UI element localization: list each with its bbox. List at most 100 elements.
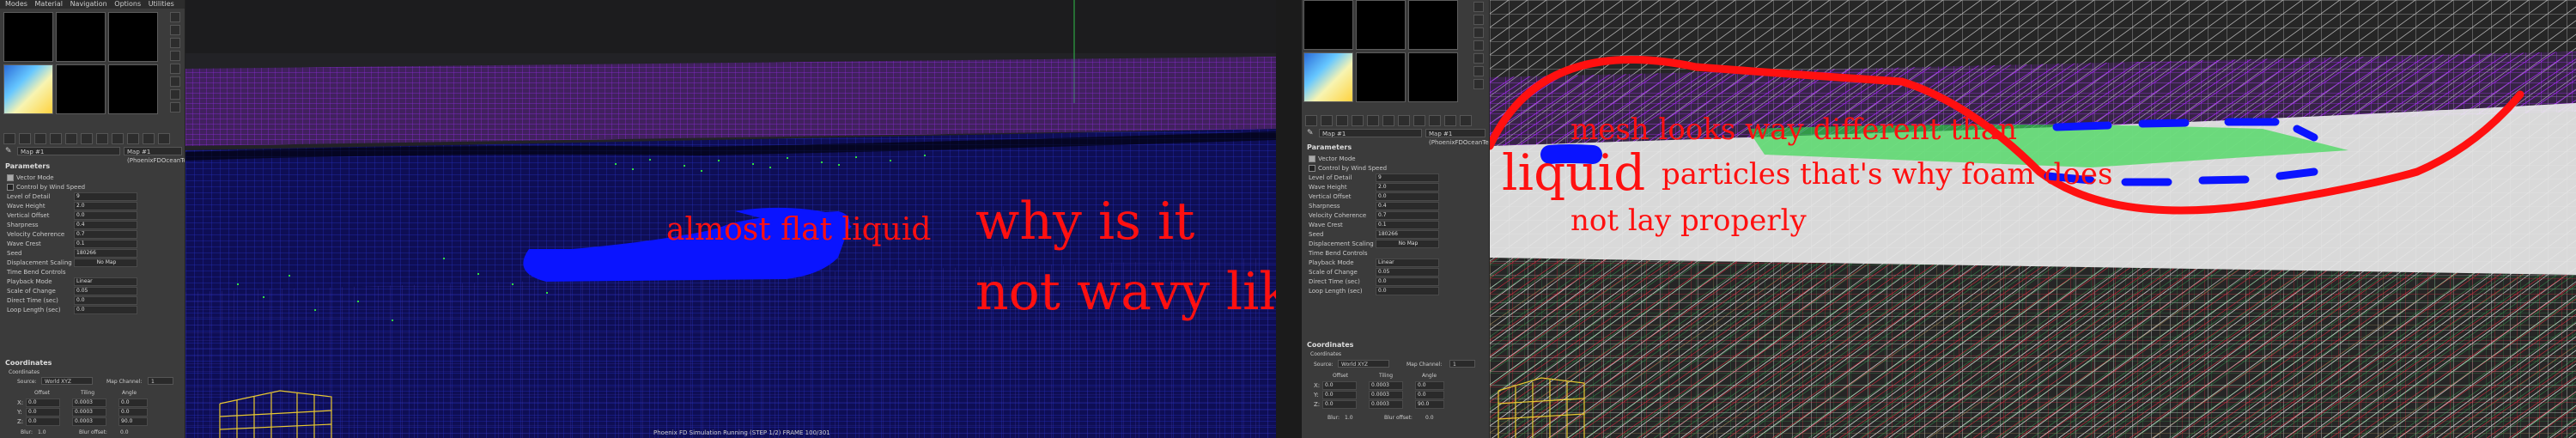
video-check-icon[interactable] [170, 64, 180, 74]
put-to-library-icon[interactable] [1382, 115, 1394, 126]
offset-spinner[interactable]: 0.0 [1322, 390, 1357, 399]
angle-spinner[interactable]: 0.0 [118, 398, 148, 407]
material-slot[interactable] [3, 12, 53, 62]
blur-offset-spinner[interactable]: 0.0 [120, 429, 129, 435]
make-preview-icon[interactable] [170, 76, 180, 87]
param-spinner[interactable]: 0.05 [1376, 267, 1439, 277]
backlight-icon[interactable] [1473, 15, 1484, 25]
viewport-right[interactable]: mesh looks way different than liquid par… [1490, 0, 2576, 438]
show-map-icon[interactable] [1413, 115, 1425, 126]
sample-type-icon[interactable] [1473, 2, 1484, 12]
get-material-icon[interactable] [1305, 115, 1317, 126]
map-type-button[interactable]: Map #1 (PhoenixFDOceanTex) [124, 147, 185, 164]
coordinates-rollout-title[interactable]: Coordinates [5, 359, 52, 367]
param-spinner[interactable]: 0.4 [74, 220, 137, 229]
blur-spinner[interactable]: 1.0 [38, 429, 46, 435]
material-slot[interactable] [56, 12, 106, 62]
menu-modes[interactable]: Modes [5, 0, 27, 8]
material-slot-active[interactable] [1303, 52, 1353, 102]
reset-map-icon[interactable] [1352, 115, 1364, 126]
put-to-library-icon[interactable] [81, 133, 93, 144]
parameters-rollout-title[interactable]: Parameters [5, 162, 50, 170]
background-icon[interactable] [1473, 27, 1484, 38]
offset-spinner[interactable]: 0.0 [26, 398, 60, 407]
viewport-left[interactable]: almost flat liquid why is it not wavy li… [185, 0, 1276, 438]
param-spinner[interactable]: 0.0 [1376, 277, 1439, 286]
show-end-result-icon[interactable] [127, 133, 139, 144]
material-id-icon[interactable] [96, 133, 108, 144]
go-forward-icon[interactable] [158, 133, 170, 144]
select-by-material-icon[interactable] [170, 102, 180, 113]
eyedropper-icon[interactable]: ✎ [1307, 130, 1315, 137]
wind-speed-checkbox[interactable]: Control by Wind Speed [1309, 163, 1439, 173]
material-slot[interactable] [1356, 52, 1406, 102]
angle-spinner[interactable]: 0.0 [1415, 390, 1444, 399]
go-to-parent-icon[interactable] [1444, 115, 1456, 126]
assign-material-icon[interactable] [1336, 115, 1348, 126]
time-bend-row[interactable]: Time Bend Controls [7, 267, 137, 277]
blur-offset-spinner[interactable]: 0.0 [1425, 415, 1434, 421]
offset-spinner[interactable]: 0.0 [26, 417, 60, 426]
uv-tiling-icon[interactable] [170, 51, 180, 61]
map-type-button[interactable]: Map #1 (PhoenixFDOceanTex) [1425, 129, 1489, 146]
material-slot[interactable] [1408, 52, 1458, 102]
material-slot[interactable] [56, 64, 106, 114]
wind-speed-checkbox[interactable]: Control by Wind Speed [7, 182, 137, 192]
param-spinner[interactable]: 180266 [74, 248, 137, 258]
eyedropper-icon[interactable]: ✎ [5, 148, 13, 155]
make-unique-icon[interactable] [1367, 115, 1379, 126]
param-spinner[interactable]: 9 [1376, 173, 1439, 182]
map-channel-spinner[interactable]: 1 [148, 377, 173, 385]
map-channel-spinner[interactable]: 1 [1449, 360, 1475, 368]
menu-material[interactable]: Material [35, 0, 64, 8]
param-spinner[interactable]: 0.7 [74, 229, 137, 239]
offset-spinner[interactable]: 0.0 [26, 407, 60, 417]
tiling-spinner[interactable]: 0.0003 [72, 398, 106, 407]
param-spinner[interactable]: 0.0 [74, 305, 137, 314]
parameters-rollout-title[interactable]: Parameters [1307, 143, 1352, 151]
param-spinner[interactable]: 0.4 [1376, 201, 1439, 210]
param-spinner[interactable]: 0.0 [74, 295, 137, 305]
material-name-dropdown[interactable]: Map #1 [1319, 129, 1422, 137]
material-slot[interactable] [1408, 0, 1458, 50]
go-forward-icon[interactable] [1460, 115, 1472, 126]
source-dropdown[interactable]: World XYZ [1338, 360, 1389, 368]
tiling-spinner[interactable]: 0.0003 [72, 417, 106, 426]
assign-material-icon[interactable] [34, 133, 46, 144]
background-icon[interactable] [170, 38, 180, 48]
options-icon[interactable] [170, 89, 180, 100]
put-to-scene-icon[interactable] [19, 133, 31, 144]
displacement-map-button[interactable]: No Map [74, 258, 137, 267]
time-bend-row[interactable]: Time Bend Controls [1309, 248, 1439, 258]
tiling-spinner[interactable]: 0.0003 [1369, 399, 1403, 409]
make-preview-icon[interactable] [1473, 66, 1484, 76]
video-check-icon[interactable] [1473, 53, 1484, 64]
material-slot[interactable] [1303, 0, 1353, 50]
show-map-icon[interactable] [112, 133, 124, 144]
put-to-scene-icon[interactable] [1321, 115, 1333, 126]
material-slot-active[interactable] [3, 64, 53, 114]
playback-dropdown[interactable]: Linear [1376, 258, 1439, 267]
param-spinner[interactable]: 0.0 [1376, 286, 1439, 295]
material-id-icon[interactable] [1398, 115, 1410, 126]
material-slot[interactable] [108, 64, 158, 114]
vector-mode-checkbox[interactable]: Vector Mode [7, 173, 137, 182]
show-end-result-icon[interactable] [1429, 115, 1441, 126]
menu-utilities[interactable]: Utilities [149, 0, 174, 8]
playback-dropdown[interactable]: Linear [74, 277, 137, 286]
tiling-spinner[interactable]: 0.0003 [72, 407, 106, 417]
param-spinner[interactable]: 2.0 [1376, 182, 1439, 192]
tiling-spinner[interactable]: 0.0003 [1369, 390, 1403, 399]
param-spinner[interactable]: 2.0 [74, 201, 137, 210]
param-spinner[interactable]: 0.0 [74, 210, 137, 220]
sample-type-icon[interactable] [170, 12, 180, 22]
get-material-icon[interactable] [3, 133, 15, 144]
param-spinner[interactable]: 0.7 [1376, 210, 1439, 220]
source-dropdown[interactable]: World XYZ [41, 377, 93, 385]
options-icon[interactable] [1473, 79, 1484, 89]
param-spinner[interactable]: 180266 [1376, 229, 1439, 239]
menu-options[interactable]: Options [114, 0, 141, 8]
offset-spinner[interactable]: 0.0 [1322, 380, 1357, 390]
make-unique-icon[interactable] [65, 133, 77, 144]
tiling-spinner[interactable]: 0.0003 [1369, 380, 1403, 390]
